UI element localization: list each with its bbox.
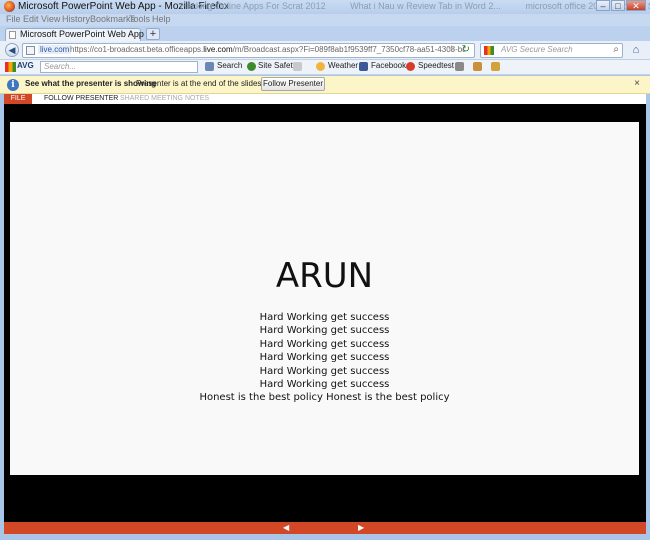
notification-message: Presenter is at the end of the slideshow	[136, 79, 277, 88]
search-placeholder: AVG Secure Search	[501, 45, 573, 54]
home-icon[interactable]: ⌂	[628, 43, 644, 58]
follow-presenter-button[interactable]: Follow Presenter	[261, 77, 325, 91]
slide-title: ARUN	[275, 256, 374, 296]
tab-bar: Microsoft PowerPoint Web App +	[0, 26, 650, 41]
close-window-button[interactable]: ✕	[626, 0, 646, 11]
weather-button[interactable]: Weather	[328, 61, 358, 70]
calendar-icon[interactable]	[455, 62, 464, 71]
site-identity-icon[interactable]	[26, 46, 35, 55]
search-icon	[205, 62, 214, 71]
background-tab-2[interactable]: What i Nau w Review Tab in Word 2...	[350, 1, 501, 11]
tab-powerpoint-web-app[interactable]: Microsoft PowerPoint Web App	[5, 28, 144, 41]
site-safety-icon	[247, 62, 256, 71]
window-titlebar: Microsoft PowerPoint Web App - Mozilla F…	[0, 0, 650, 14]
slide-body: Hard Working get success Hard Working ge…	[10, 311, 639, 405]
slide: ARUN Hard Working get success Hard Worki…	[10, 122, 639, 475]
menu-file[interactable]: File	[6, 14, 21, 24]
menu-bar: File Edit View History Bookmarks Tools H…	[0, 14, 650, 26]
back-arrow-icon: ◀	[8, 45, 16, 55]
window-controls: – □ ✕	[596, 0, 646, 11]
url-text[interactable]: https://co1-broadcast.beta.officeapps.li…	[70, 45, 465, 54]
avg-menu-button[interactable]: AVG	[17, 61, 34, 70]
avg-search-input[interactable]: Search...	[40, 61, 198, 73]
avg-logo-icon[interactable]	[5, 62, 16, 72]
toolbar-dropdown-icon[interactable]	[293, 62, 302, 71]
facebook-icon	[359, 62, 368, 71]
slide-line: Honest is the best policy Honest is the …	[199, 392, 450, 404]
avg-toolbar: AVG Search... Search Site Safety Weather…	[0, 60, 650, 75]
tab-shared-meeting-notes: SHARED MEETING NOTES	[120, 95, 210, 102]
weather-icon	[316, 62, 325, 71]
slide-line: Hard Working get success	[259, 325, 390, 337]
bookmark-star-icon[interactable]: ☆	[447, 44, 456, 55]
page-icon	[9, 31, 16, 39]
avg-search-button[interactable]: Search	[217, 61, 242, 70]
background-taskbar-tabs: Hacking Online Apps For Scrat 2012 What …	[180, 1, 650, 11]
notes-icon[interactable]	[473, 62, 482, 71]
tab-follow-presenter[interactable]: FOLLOW PRESENTER	[44, 94, 118, 104]
ppt-ribbon: FILE FOLLOW PRESENTER SHARED MEETING NOT…	[4, 94, 646, 104]
presenter-notification-bar: i See what the presenter is showing Pres…	[0, 76, 650, 94]
site-safety-button[interactable]: Site Safety	[258, 61, 297, 70]
url-path: /m/Broadcast.aspx?Fi=089f8ab1f9539ff7_73…	[232, 45, 465, 54]
menu-tools[interactable]: Tools	[129, 14, 150, 24]
previous-slide-icon[interactable]: ◀	[283, 522, 289, 534]
site-domain-label[interactable]: live.com	[38, 45, 72, 54]
maximize-button[interactable]: □	[611, 0, 625, 11]
browser-search-box[interactable]: AVG Secure Search ⌕	[480, 43, 623, 58]
firefox-icon	[4, 1, 15, 12]
url-bar[interactable]: live.com https://co1-broadcast.beta.offi…	[22, 43, 475, 58]
slide-navigation-bar: ◀ ▶	[4, 522, 646, 534]
slide-line: Hard Working get success	[259, 338, 390, 350]
avg-search-placeholder: Search...	[44, 62, 77, 71]
slide-line: Hard Working get success	[259, 379, 390, 391]
background-tab-1[interactable]: Hacking Online Apps For Scrat 2012	[180, 1, 326, 11]
menu-view[interactable]: View	[41, 14, 60, 24]
menu-edit[interactable]: Edit	[23, 14, 39, 24]
back-button[interactable]: ◀	[5, 43, 19, 57]
minimize-button[interactable]: –	[596, 0, 610, 11]
url-host: live.com	[203, 45, 233, 54]
slide-stage: ARUN Hard Working get success Hard Worki…	[4, 104, 646, 522]
tab-file[interactable]: FILE	[4, 94, 32, 104]
speedtest-icon	[406, 62, 415, 71]
navigation-bar: ◀ live.com https://co1-broadcast.beta.of…	[0, 41, 650, 60]
menu-history[interactable]: History	[62, 14, 90, 24]
avg-search-engine-icon[interactable]	[484, 46, 494, 55]
tab-label: Microsoft PowerPoint Web App	[20, 29, 144, 39]
url-prefix: https://co1-broadcast.beta.officeapps.	[70, 45, 204, 54]
next-slide-icon[interactable]: ▶	[358, 522, 364, 534]
menu-help[interactable]: Help	[152, 14, 171, 24]
slide-line: Hard Working get success	[259, 312, 390, 323]
slide-line: Hard Working get success	[259, 352, 390, 364]
reload-icon[interactable]: ↻	[462, 44, 470, 55]
info-icon: i	[7, 79, 19, 91]
speedtest-button[interactable]: Speedtest	[418, 61, 454, 70]
new-tab-button[interactable]: +	[146, 28, 160, 40]
slide-line: Hard Working get success	[259, 365, 390, 377]
search-icon[interactable]: ⌕	[613, 44, 619, 55]
mail-icon[interactable]	[491, 62, 500, 71]
facebook-button[interactable]: Facebook	[371, 61, 406, 70]
close-icon[interactable]: ×	[634, 78, 640, 89]
